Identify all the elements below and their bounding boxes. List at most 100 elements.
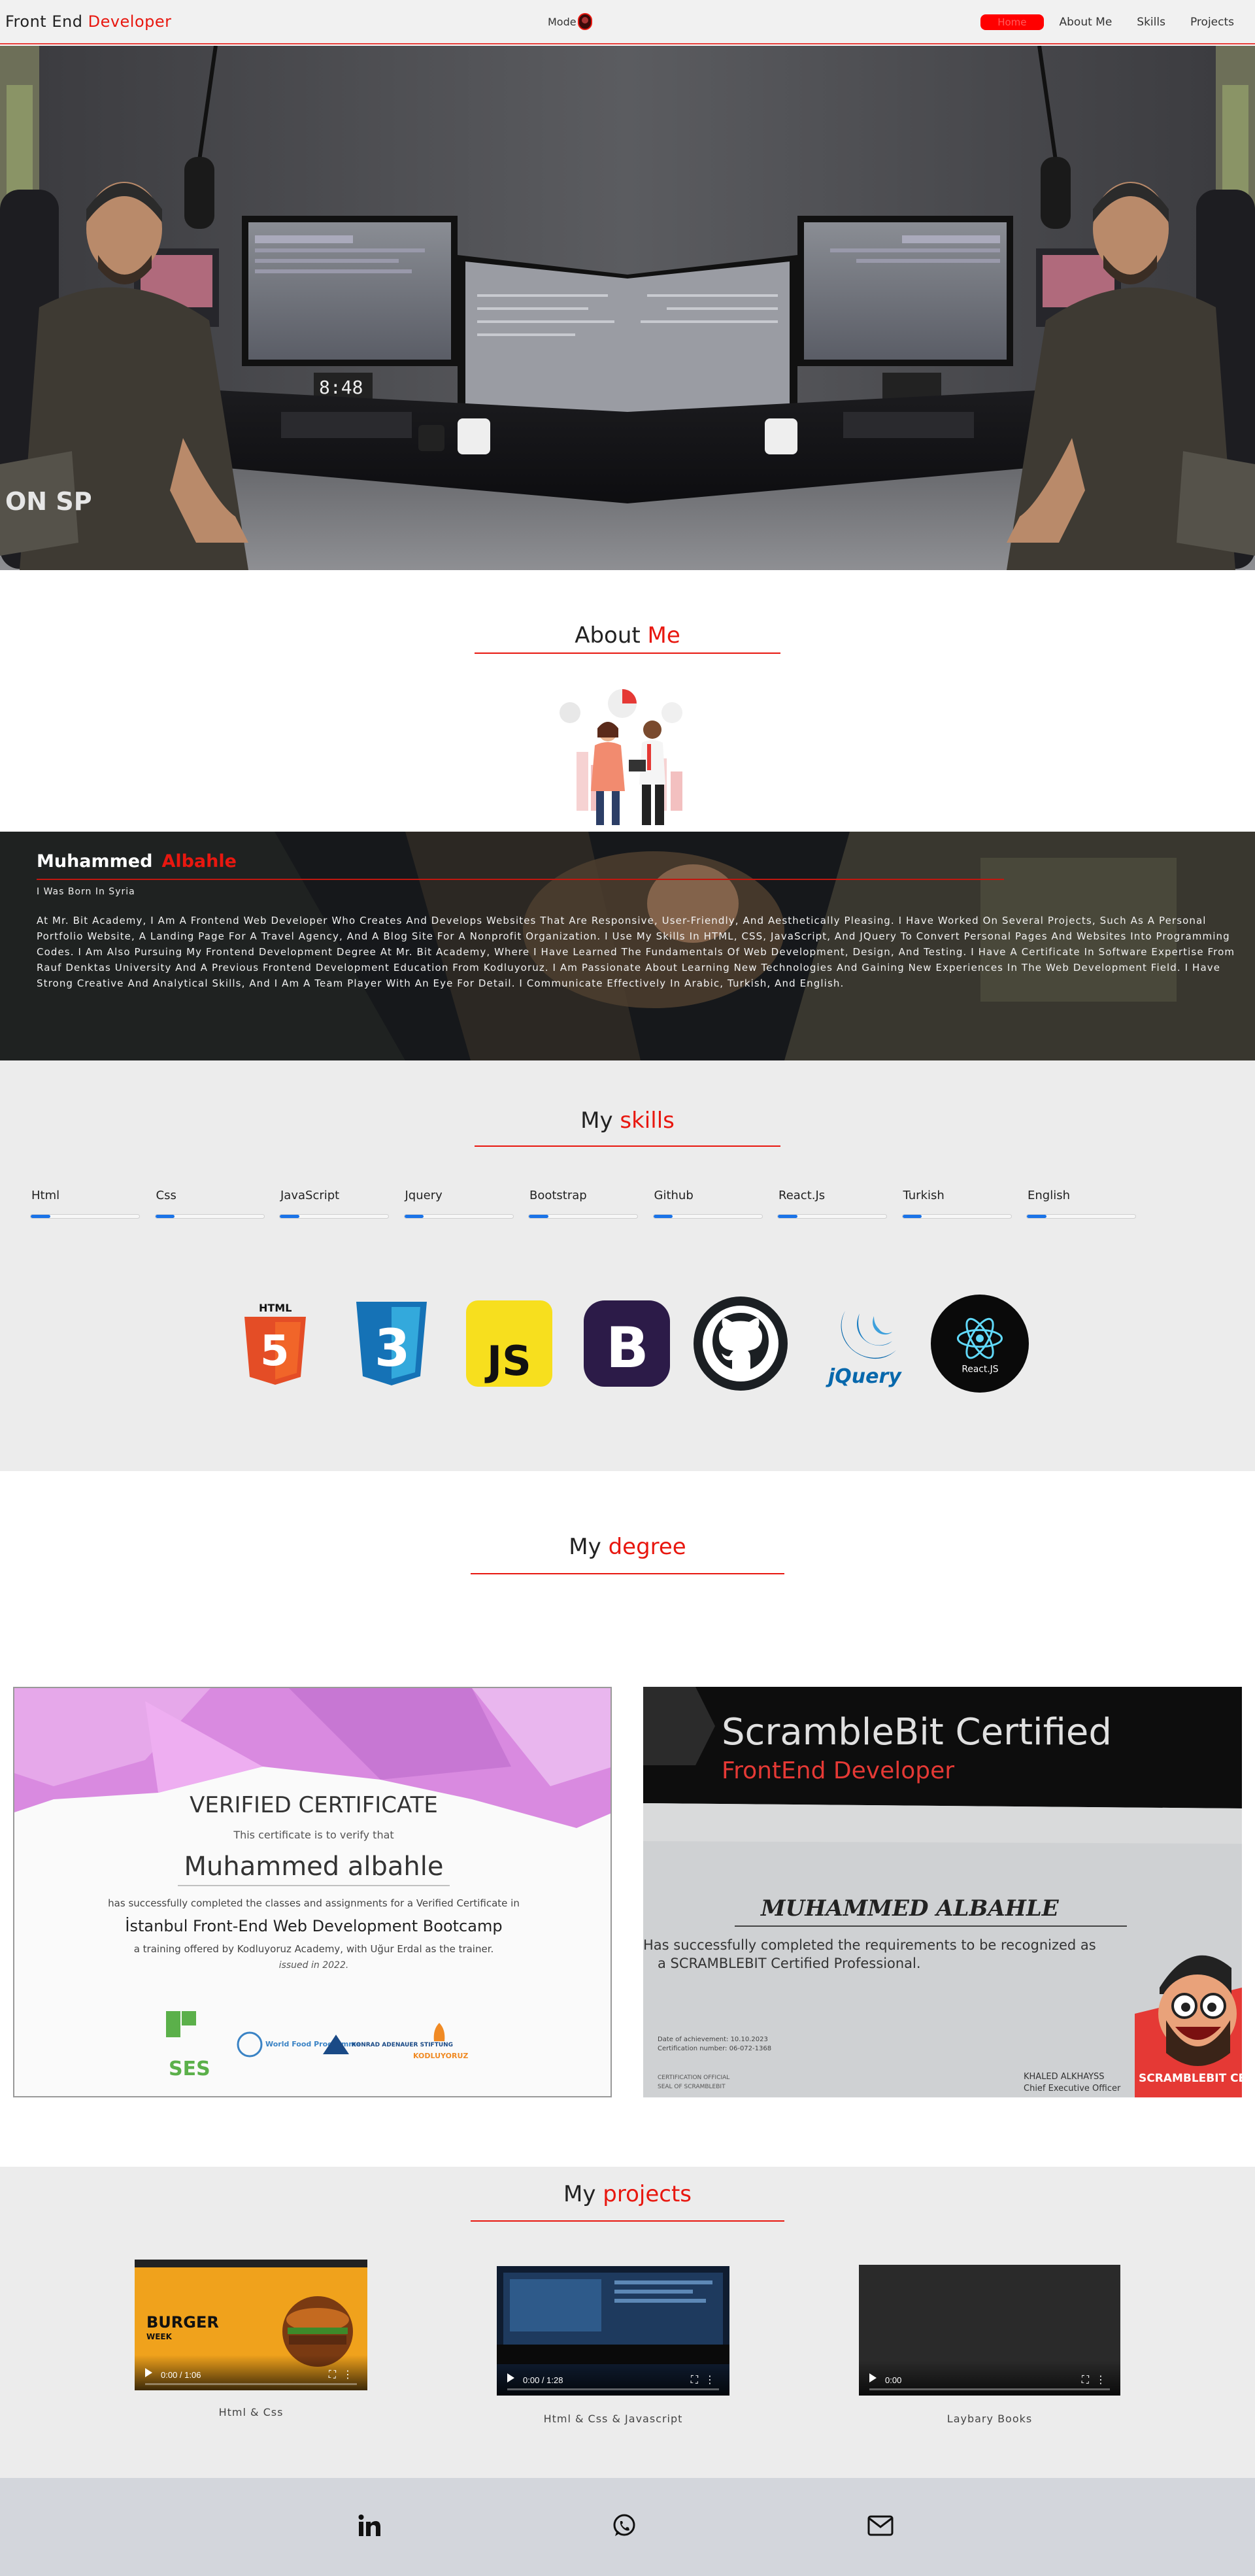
degree-title-underline xyxy=(471,1573,784,1574)
cert2-org2: SEAL OF SCRAMBLEBIT xyxy=(658,2084,726,2090)
video-menu-icon[interactable]: ⛶⋮ xyxy=(1082,2373,1113,2386)
nav-link-about[interactable]: About Me xyxy=(1050,13,1122,31)
whatsapp-icon[interactable] xyxy=(608,2509,641,2542)
cert2-signer-title: Chief Executive Officer xyxy=(1024,2084,1121,2093)
cert1-verify: This certificate is to verify that xyxy=(233,1829,393,1841)
cert2-date: Date of achievement: 10.10.2023 xyxy=(658,2036,768,2043)
skill-progress-fill xyxy=(902,1215,922,1218)
mode-switch[interactable]: Mode xyxy=(548,13,592,30)
github-logo-icon xyxy=(692,1295,790,1393)
cert1-offered: a training offered by Kodluyoruz Academy… xyxy=(134,1943,494,1955)
mode-toggle-icon[interactable] xyxy=(577,13,592,30)
about-born: I Was Born In Syria xyxy=(37,887,135,897)
about-title: About Me xyxy=(0,622,1255,649)
skill-label: React.Js xyxy=(778,1189,826,1202)
skill-progress-fill xyxy=(280,1215,299,1218)
skill-item: Github xyxy=(652,1189,764,1219)
navbar: Front End Developer Mode Home About Me S… xyxy=(0,0,1255,44)
certificate-kodluyoruz[interactable]: VERIFIED CERTIFICATE This certificate is… xyxy=(13,1687,612,2097)
skill-progress-fill xyxy=(778,1215,797,1218)
js-text: JS xyxy=(484,1337,531,1385)
video-progress[interactable] xyxy=(507,2388,719,2390)
skill-item: Css xyxy=(154,1189,266,1219)
cert1-name: Muhammed albahle xyxy=(184,1852,444,1882)
skill-progress-bar xyxy=(403,1214,514,1219)
cert2-title: ScrambleBit Certified xyxy=(722,1711,1112,1754)
video-progress[interactable] xyxy=(145,2383,357,2385)
video-menu-icon[interactable]: ⛶⋮ xyxy=(691,2373,722,2386)
bootstrap-logo-icon: B xyxy=(578,1295,676,1393)
video-progress[interactable] xyxy=(869,2388,1110,2390)
video-menu-icon[interactable]: ⛶⋮ xyxy=(329,2368,360,2381)
react-logo-icon: React.JS xyxy=(931,1295,1029,1393)
skill-label: Github xyxy=(654,1189,694,1202)
skill-item: Turkish xyxy=(901,1189,1013,1219)
svg-text:8:48: 8:48 xyxy=(319,377,363,398)
skill-progress-bar xyxy=(279,1214,389,1219)
video-time: 0:00 xyxy=(885,2375,902,2385)
skill-label: Turkish xyxy=(903,1189,945,1202)
about-first-name: Muhammed xyxy=(37,851,153,872)
cert1-sponsor-wfp: World Food Programme xyxy=(265,2040,361,2048)
cert1-course: İstanbul Front-End Web Development Bootc… xyxy=(125,1916,502,1935)
footer xyxy=(0,2478,1255,2576)
hero-image: 8:48 ON SP xyxy=(0,46,1255,570)
html5-number: 5 xyxy=(260,1327,290,1376)
project-caption-3: Laybary Books xyxy=(946,2413,1033,2425)
play-icon[interactable] xyxy=(507,2373,514,2382)
nav-link-projects[interactable]: Projects xyxy=(1181,13,1243,31)
project-video-2[interactable]: 0:00 / 1:28 ⛶⋮ xyxy=(497,2266,729,2396)
project-video-1[interactable]: BURGER WEEK 0:00 / 1:06 ⛶⋮ xyxy=(135,2260,367,2390)
brand-logo[interactable]: Front End Developer xyxy=(5,12,172,31)
css3-logo-icon: 3 xyxy=(343,1295,441,1393)
degree-title-accent: degree xyxy=(608,1534,686,1560)
cert1-issued: issued in 2022. xyxy=(279,1960,349,1971)
email-icon[interactable] xyxy=(864,2509,897,2542)
cert1-sponsor-kas: KONRAD ADENAUER STIFTUNG xyxy=(352,2042,453,2048)
project-video-3[interactable]: 0:00 ⛶⋮ xyxy=(859,2265,1120,2396)
skill-progress-bar xyxy=(652,1214,763,1219)
cert1-sponsor-kodluyoruz: KODLUYORUZ xyxy=(413,2052,468,2060)
project1-thumb-sub: WEEK xyxy=(146,2332,173,2341)
about-last-name: Albahle xyxy=(161,851,237,872)
skill-item: React.Js xyxy=(777,1189,888,1219)
skill-label: JavaScript xyxy=(280,1189,340,1202)
about-illustration xyxy=(560,689,682,825)
nav-links: Home About Me Skills Projects xyxy=(974,13,1243,31)
skill-label: Css xyxy=(156,1189,176,1202)
about-name: Muhammed Albahle xyxy=(37,851,237,872)
skills-title-underline xyxy=(475,1145,780,1147)
skills-title-accent: skills xyxy=(620,1108,675,1134)
degree-title: My degree xyxy=(0,1534,1255,1560)
skill-label: English xyxy=(1028,1189,1070,1202)
css3-number: 3 xyxy=(375,1319,410,1378)
jquery-logo-icon: jQuery xyxy=(816,1295,914,1393)
skill-item: Jquery xyxy=(403,1189,515,1219)
cert2-signer: KHALED ALKHAYSS xyxy=(1024,2072,1105,2082)
cert2-line1: Has successfully completed the requireme… xyxy=(643,1937,1096,1953)
skill-label: Bootstrap xyxy=(529,1189,587,1202)
skill-label: Html xyxy=(31,1189,60,1202)
skill-progress-bar xyxy=(528,1214,638,1219)
linkedin-icon[interactable] xyxy=(353,2509,386,2542)
react-text: React.JS xyxy=(962,1364,998,1374)
project1-thumb-title: BURGER xyxy=(146,2313,219,2331)
brand-accent: Developer xyxy=(88,12,172,31)
certificate-scramblebit[interactable]: ScrambleBit Certified FrontEnd Developer… xyxy=(643,1687,1242,2097)
nav-link-home[interactable]: Home xyxy=(980,14,1044,30)
about-name-underline xyxy=(37,879,1004,880)
html5-text: HTML xyxy=(259,1302,292,1314)
nav-link-skills[interactable]: Skills xyxy=(1128,13,1175,31)
play-icon[interactable] xyxy=(145,2368,152,2377)
skill-progress-fill xyxy=(653,1215,673,1218)
project-caption-1: Html & Css xyxy=(218,2406,284,2418)
html5-logo-icon: HTML 5 xyxy=(226,1295,324,1393)
skill-progress-bar xyxy=(901,1214,1012,1219)
skill-item: Bootstrap xyxy=(528,1189,639,1219)
play-icon[interactable] xyxy=(869,2373,877,2382)
skills-title-plain: My xyxy=(580,1108,613,1134)
hero-photo-left: 8:48 ON SP xyxy=(0,46,628,570)
skill-progress-bar xyxy=(30,1214,140,1219)
cert1-heading: VERIFIED CERTIFICATE xyxy=(190,1792,438,1818)
cert1-line1: has successfully completed the classes a… xyxy=(108,1897,520,1909)
